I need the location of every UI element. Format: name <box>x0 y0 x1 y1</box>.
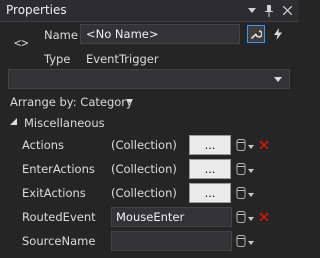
category-miscellaneous: Miscellaneous <box>24 116 105 130</box>
type-value: EventTrigger <box>86 52 159 66</box>
property-value: (Collection) <box>111 186 177 200</box>
property-value-field[interactable] <box>111 231 232 251</box>
property-marker-icon[interactable] <box>236 187 246 199</box>
property-value-field[interactable]: MouseEnter <box>111 207 232 227</box>
chevron-down-icon[interactable] <box>248 215 254 223</box>
property-marker-icon[interactable] <box>236 163 246 175</box>
type-label: Type <box>44 52 71 66</box>
pin-icon <box>265 4 273 17</box>
chevron-down-icon <box>126 96 133 105</box>
property-marker-icon[interactable] <box>236 235 246 247</box>
search-options-button[interactable] <box>270 72 286 87</box>
events-view-button[interactable] <box>269 25 287 43</box>
reset-property-icon[interactable] <box>259 211 269 225</box>
close-icon <box>282 6 292 15</box>
pin-button[interactable] <box>261 2 277 19</box>
chevron-down-icon <box>274 77 282 82</box>
property-label: EnterActions <box>22 162 95 176</box>
name-label: Name <box>44 28 78 42</box>
property-marker-icon[interactable] <box>236 211 246 223</box>
xaml-element-icon: <> <box>14 36 29 50</box>
panel-titlebar: Properties <box>0 0 299 22</box>
chevron-down-icon <box>248 8 256 13</box>
chevron-down-icon[interactable] <box>248 143 254 151</box>
collection-editor-button[interactable]: ... <box>189 159 231 179</box>
property-marker-icon[interactable] <box>236 139 246 151</box>
property-value: (Collection) <box>111 162 177 176</box>
reset-property-icon[interactable] <box>259 139 269 153</box>
property-label: RoutedEvent <box>22 210 96 224</box>
collection-editor-button[interactable]: ... <box>189 135 231 155</box>
name-field[interactable] <box>80 24 240 44</box>
close-button[interactable] <box>279 2 295 19</box>
arrange-by-dropdown[interactable]: Arrange by: Category <box>10 95 133 109</box>
window-position-dropdown[interactable] <box>244 2 260 19</box>
property-value: (Collection) <box>111 138 177 152</box>
property-label: Actions <box>22 138 65 152</box>
expand-collapse-icon[interactable] <box>10 118 17 127</box>
chevron-down-icon[interactable] <box>248 167 254 175</box>
property-label: SourceName <box>22 234 96 248</box>
collection-editor-button[interactable]: ... <box>189 183 231 203</box>
property-label: ExitActions <box>22 186 86 200</box>
chevron-down-icon[interactable] <box>248 191 254 199</box>
properties-view-button[interactable] <box>247 25 265 43</box>
chevron-down-icon[interactable] <box>248 239 254 247</box>
panel-title: Properties <box>6 3 67 17</box>
lightning-icon <box>274 28 282 40</box>
search-properties-input[interactable] <box>8 69 290 89</box>
wrench-icon <box>250 30 262 40</box>
